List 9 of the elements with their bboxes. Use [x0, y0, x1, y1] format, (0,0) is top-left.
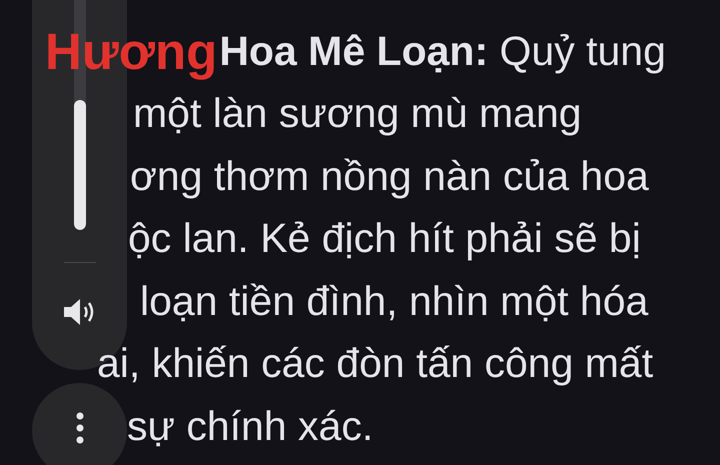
paragraph-line: Hoa Mê Loạn: Quỷ tung: [219, 28, 666, 75]
more-icon: [76, 412, 84, 444]
paragraph-line: ơng thơm nồng nàn của hoa: [130, 152, 649, 200]
paragraph-line: ộc lan. Kẻ địch hít phải sẽ bị: [128, 215, 641, 262]
paragraph-line: sự chính xác.: [127, 402, 374, 450]
paragraph-line: ai, khiến các đòn tấn công mất: [97, 340, 654, 388]
overlay-caption: Hương: [45, 22, 218, 81]
paragraph-line: loạn tiền đình, nhìn một hóa: [140, 278, 648, 325]
paragraph-line: một làn sương mù mang: [133, 90, 582, 138]
